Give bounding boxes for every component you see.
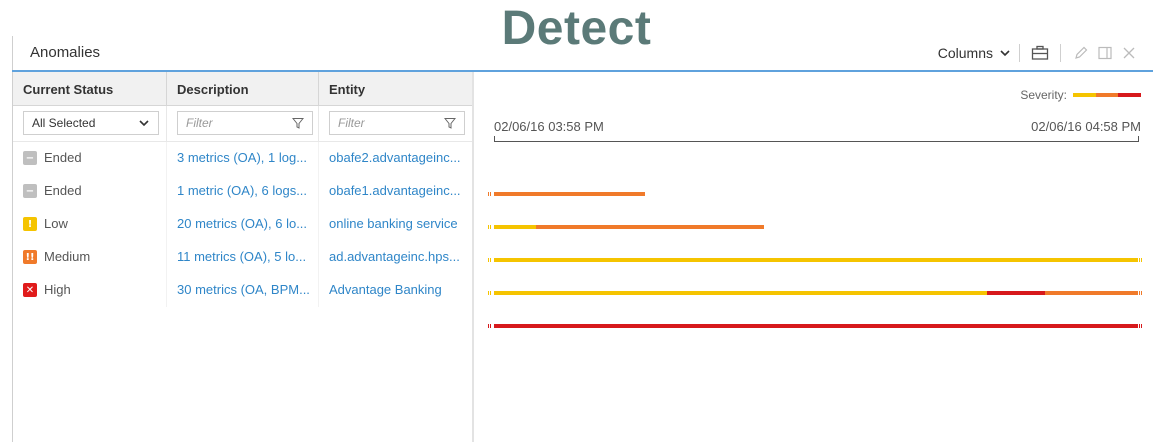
severity-medium-swatch bbox=[1095, 93, 1119, 97]
filter-icon[interactable] bbox=[292, 117, 304, 129]
status-cell: !! Medium bbox=[13, 241, 167, 274]
entity-link[interactable]: online banking service bbox=[319, 208, 473, 241]
timeline-track[interactable] bbox=[488, 225, 1143, 229]
anomalies-grid: Current Status Description Entity All Se… bbox=[13, 72, 473, 442]
entity-link[interactable]: obafe1.advantageinc... bbox=[319, 175, 473, 208]
description-filter-cell: Filter bbox=[167, 106, 319, 141]
briefcase-icon[interactable] bbox=[1030, 43, 1050, 63]
chevron-down-icon bbox=[1000, 50, 1010, 57]
status-cell: − Ended bbox=[13, 175, 167, 208]
chevron-down-icon bbox=[139, 120, 149, 127]
anomalies-panel: Anomalies Columns Current Status Descrip… bbox=[12, 36, 1153, 442]
severity-segment-high[interactable] bbox=[986, 291, 1045, 295]
entity-filter-cell: Filter bbox=[319, 106, 473, 141]
status-text: Low bbox=[44, 216, 68, 231]
ended-icon: − bbox=[23, 184, 37, 198]
grid-header-row: Current Status Description Entity bbox=[13, 72, 473, 106]
track-end-marker bbox=[1139, 291, 1143, 295]
description-link[interactable]: 20 metrics (OA), 6 lo... bbox=[167, 208, 319, 241]
track-start-marker bbox=[488, 291, 492, 295]
timeline-track[interactable] bbox=[488, 258, 1143, 262]
status-filter-select[interactable]: All Selected bbox=[23, 111, 159, 135]
severity-segment-medium[interactable] bbox=[1044, 291, 1138, 295]
time-axis bbox=[494, 141, 1139, 142]
table-row[interactable]: !! Medium 11 metrics (OA), 5 lo... ad.advan… bbox=[13, 241, 473, 274]
description-filter-placeholder: Filter bbox=[186, 116, 213, 130]
track-start-marker bbox=[488, 225, 492, 229]
entity-link[interactable]: obafe2.advantageinc... bbox=[319, 142, 473, 175]
toolbar-divider bbox=[1019, 44, 1020, 62]
track-start-marker bbox=[488, 258, 492, 262]
severity-label: Severity: bbox=[1020, 88, 1067, 102]
toolbar-divider bbox=[1060, 44, 1061, 62]
severity-segment-low[interactable] bbox=[494, 225, 536, 229]
anomaly-timeline: Severity: 02/06/16 03:58 PM 02/06/16 04:… bbox=[474, 72, 1153, 442]
table-row[interactable]: − Ended 3 metrics (OA), 1 log... obafe2.adv… bbox=[13, 142, 473, 175]
severity-segment-high[interactable] bbox=[494, 324, 1138, 328]
status-text: High bbox=[44, 282, 71, 297]
status-text: Ended bbox=[44, 183, 82, 198]
severity-scale bbox=[1073, 93, 1142, 97]
column-header-description[interactable]: Description bbox=[167, 72, 319, 105]
description-link[interactable]: 3 metrics (OA), 1 log... bbox=[167, 142, 319, 175]
status-cell: ! Low bbox=[13, 208, 167, 241]
track-end-marker bbox=[1139, 324, 1143, 328]
panel-toolbar: Columns bbox=[938, 42, 1141, 64]
time-axis-tick bbox=[494, 136, 495, 142]
close-icon: ✕ bbox=[23, 283, 37, 297]
table-row[interactable]: ! Low 20 metrics (OA), 6 lo... online banki… bbox=[13, 208, 473, 241]
filter-icon[interactable] bbox=[444, 117, 456, 129]
severity-segment-medium[interactable] bbox=[535, 225, 765, 229]
severity-legend: Severity: bbox=[1020, 88, 1142, 102]
double-warning-icon: !! bbox=[23, 250, 37, 264]
time-axis-tick bbox=[1138, 136, 1139, 142]
track-start-marker bbox=[488, 192, 492, 196]
ended-icon: − bbox=[23, 151, 37, 165]
entity-filter-placeholder: Filter bbox=[338, 116, 365, 130]
panel-title: Anomalies bbox=[30, 44, 101, 61]
severity-high-swatch bbox=[1118, 93, 1142, 97]
table-row[interactable]: − Ended 1 metric (OA), 6 logs... obafe1.adv… bbox=[13, 175, 473, 208]
description-filter-input[interactable]: Filter bbox=[177, 111, 313, 135]
table-row[interactable]: ✕ High 30 metrics (OA, BPM... Advantage Ban… bbox=[13, 274, 473, 307]
entity-link[interactable]: Advantage Banking bbox=[319, 274, 473, 307]
status-filter-value: All Selected bbox=[32, 116, 96, 130]
status-cell: − Ended bbox=[13, 142, 167, 175]
column-header-status[interactable]: Current Status bbox=[13, 72, 167, 105]
severity-segment-low[interactable] bbox=[494, 291, 987, 295]
status-text: Medium bbox=[44, 249, 91, 264]
grid-body: − Ended 3 metrics (OA), 1 log... obafe2.adv… bbox=[13, 142, 473, 307]
track-start-marker bbox=[488, 324, 492, 328]
description-link[interactable]: 11 metrics (OA), 5 lo... bbox=[167, 241, 319, 274]
description-link[interactable]: 30 metrics (OA, BPM... bbox=[167, 274, 319, 307]
entity-link[interactable]: ad.advantageinc.hps... bbox=[319, 241, 473, 274]
description-link[interactable]: 1 metric (OA), 6 logs... bbox=[167, 175, 319, 208]
status-cell: ✕ High bbox=[13, 274, 167, 307]
status-text: Ended bbox=[44, 150, 82, 165]
severity-segment-medium[interactable] bbox=[494, 192, 646, 196]
columns-button[interactable]: Columns bbox=[938, 45, 1011, 61]
panel-layout-icon[interactable] bbox=[1095, 43, 1115, 63]
warning-icon: ! bbox=[23, 217, 37, 231]
timeline-track[interactable] bbox=[488, 324, 1143, 328]
columns-label: Columns bbox=[937, 45, 993, 61]
close-icon[interactable] bbox=[1119, 43, 1139, 63]
pencil-icon[interactable] bbox=[1071, 43, 1091, 63]
time-axis-start: 02/06/16 03:58 PM bbox=[494, 119, 604, 134]
track-end-marker bbox=[1139, 258, 1143, 262]
status-filter-cell: All Selected bbox=[13, 106, 167, 141]
timeline-track[interactable] bbox=[488, 192, 1143, 196]
timeline-track[interactable] bbox=[488, 291, 1143, 295]
time-axis-end: 02/06/16 04:58 PM bbox=[1031, 119, 1141, 134]
entity-filter-input[interactable]: Filter bbox=[329, 111, 465, 135]
grid-filter-row: All Selected Filter Filter bbox=[13, 106, 473, 142]
severity-low-swatch bbox=[1073, 93, 1096, 97]
column-header-entity[interactable]: Entity bbox=[319, 72, 473, 105]
severity-segment-low[interactable] bbox=[494, 258, 1138, 262]
